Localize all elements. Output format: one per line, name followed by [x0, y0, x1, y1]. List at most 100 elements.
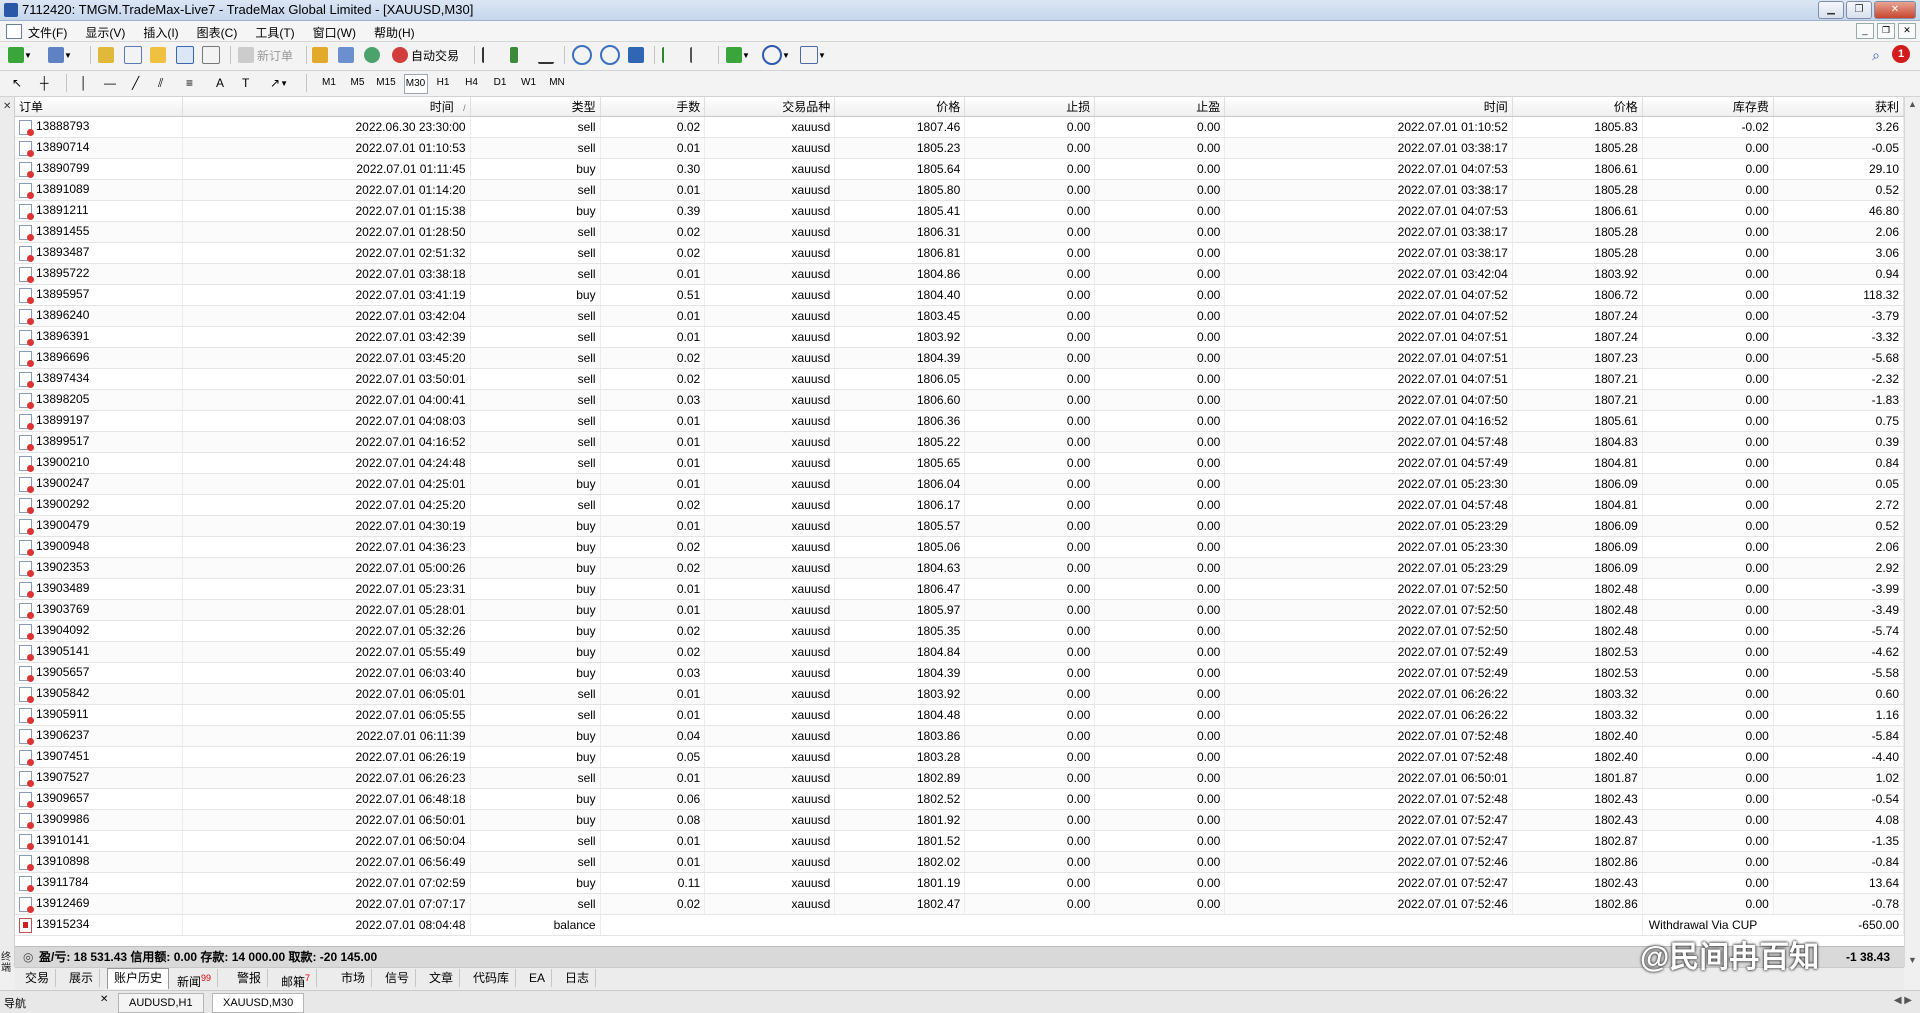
menu-item-3[interactable]: 图表(C)	[197, 24, 238, 41]
table-row[interactable]: 13904092 2022.07.01 05:32:26 buy 0.02 xauusd…	[15, 620, 1904, 642]
table-row[interactable]: 13899197 2022.07.01 04:08:03 sell 0.01 xauus…	[15, 410, 1904, 432]
menu-item-2[interactable]: 插入(I)	[143, 24, 178, 41]
menu-item-6[interactable]: 帮助(H)	[374, 24, 415, 41]
table-row[interactable]: 13890714 2022.07.01 01:10:53 sell 0.01 xauus…	[15, 137, 1904, 159]
table-row[interactable]: 13898205 2022.07.01 04:00:41 sell 0.03 xauus…	[15, 389, 1904, 411]
restore-button[interactable]: ❐	[1846, 1, 1872, 19]
close-button[interactable]: ✕	[1874, 1, 1916, 19]
table-row[interactable]: 13912469 2022.07.01 07:07:17 sell 0.02 xauus…	[15, 893, 1904, 915]
table-row[interactable]: 13890799 2022.07.01 01:11:45 buy 0.30 xauusd…	[15, 158, 1904, 180]
fibonacci-button[interactable]: ≡	[186, 74, 193, 92]
table-row[interactable]: 13891089 2022.07.01 01:14:20 sell 0.01 xauus…	[15, 179, 1904, 201]
tab-8[interactable]: 文章	[423, 969, 461, 987]
table-row[interactable]: 13897434 2022.07.01 03:50:01 sell 0.02 xauus…	[15, 368, 1904, 390]
table-row[interactable]: 13900247 2022.07.01 04:25:01 buy 0.01 xauusd…	[15, 473, 1904, 495]
table-row[interactable]: 13909657 2022.07.01 06:48:18 buy 0.06 xauusd…	[15, 788, 1904, 810]
timeframe-m15[interactable]: M15	[375, 74, 397, 92]
tab-10[interactable]: EA	[523, 969, 553, 987]
indicators-button[interactable]: ▼	[726, 46, 750, 64]
timeframe-m5[interactable]: M5	[347, 74, 369, 92]
mdi-restore-button[interactable]: ❐	[1877, 23, 1895, 39]
col-type[interactable]: 类型	[470, 97, 601, 117]
table-row[interactable]: 13906237 2022.07.01 06:11:39 buy 0.04 xauusd…	[15, 725, 1904, 747]
close-navigator-icon[interactable]: ✕	[100, 994, 108, 1005]
timeframe-m30[interactable]: M30	[403, 74, 428, 94]
menu-item-0[interactable]: 文件(F)	[28, 24, 67, 41]
tab-3[interactable]: 新闻99	[171, 969, 219, 989]
line-chart-button[interactable]	[538, 46, 554, 64]
crosshair-button[interactable]: ┼	[40, 74, 49, 92]
col-lots[interactable]: 手数	[600, 97, 706, 117]
timeframe-m1[interactable]: M1	[318, 74, 340, 92]
search-icon[interactable]: ⌕	[1872, 47, 1880, 64]
table-row[interactable]: 13891211 2022.07.01 01:15:38 buy 0.39 xauusd…	[15, 200, 1904, 222]
col-close-price[interactable]: 价格	[1512, 97, 1643, 117]
minimize-button[interactable]: ▁	[1818, 1, 1844, 19]
table-row[interactable]: 13903769 2022.07.01 05:28:01 buy 0.01 xauusd…	[15, 599, 1904, 621]
scroll-down-icon[interactable]: ▼	[1908, 955, 1917, 965]
text-button[interactable]: A	[216, 74, 224, 92]
zoom-out-button[interactable]	[600, 45, 620, 65]
new-chart-button[interactable]: ▼	[8, 46, 32, 64]
accounts-button[interactable]	[338, 46, 354, 64]
trendline-button[interactable]: ╱	[132, 74, 139, 92]
templates-button[interactable]: ▼	[800, 46, 826, 64]
channel-button[interactable]: ⫽	[158, 74, 163, 92]
table-row[interactable]: 13893487 2022.07.01 02:51:32 sell 0.02 xauus…	[15, 242, 1904, 264]
text-label-button[interactable]: T	[242, 74, 249, 92]
timeframe-w1[interactable]: W1	[518, 74, 540, 92]
arrows-button[interactable]: ↗ ▼	[270, 74, 288, 92]
tab-1[interactable]: 展示	[63, 969, 101, 987]
mdi-minimize-button[interactable]: _	[1856, 23, 1874, 39]
bar-chart-button[interactable]	[482, 46, 500, 64]
horizontal-line-button[interactable]: —	[104, 74, 116, 92]
tab-11[interactable]: 日志	[559, 969, 597, 987]
table-row[interactable]: 13905842 2022.07.01 06:05:01 sell 0.01 xauus…	[15, 683, 1904, 705]
table-row[interactable]: 13899517 2022.07.01 04:16:52 sell 0.01 xauus…	[15, 431, 1904, 453]
col-tp[interactable]: 止盈	[1094, 97, 1226, 117]
table-row[interactable]: 13896696 2022.07.01 03:45:20 sell 0.02 xauus…	[15, 347, 1904, 369]
market-watch-button[interactable]	[98, 46, 114, 64]
table-row[interactable]: 13900948 2022.07.01 04:36:23 buy 0.02 xauusd…	[15, 536, 1904, 558]
table-row[interactable]: 13905141 2022.07.01 05:55:49 buy 0.02 xauusd…	[15, 641, 1904, 663]
data-window-button[interactable]	[124, 46, 142, 64]
col-close-time[interactable]: 时间	[1224, 97, 1513, 117]
signals-button[interactable]	[364, 46, 380, 64]
table-row[interactable]: 13909986 2022.07.01 06:50:01 buy 0.08 xauusd…	[15, 809, 1904, 831]
table-row[interactable]: 13902353 2022.07.01 05:00:26 buy 0.02 xauusd…	[15, 557, 1904, 579]
table-row[interactable]: 13896240 2022.07.01 03:42:04 sell 0.01 xauus…	[15, 305, 1904, 327]
auto-trading-button[interactable]: 自动交易	[392, 46, 459, 64]
cursor-button[interactable]: ↖	[12, 74, 22, 92]
menu-item-4[interactable]: 工具(T)	[255, 24, 294, 41]
table-row[interactable]: 13896391 2022.07.01 03:42:39 sell 0.01 xauus…	[15, 326, 1904, 348]
table-row[interactable]: 13907451 2022.07.01 06:26:19 buy 0.05 xauusd…	[15, 746, 1904, 768]
col-profit[interactable]: 获利	[1773, 97, 1904, 117]
chart-tab-xauusd[interactable]: XAUUSD,M30	[212, 993, 305, 1013]
col-time[interactable]: 时间 /	[182, 97, 471, 117]
tile-windows-button[interactable]	[628, 46, 644, 64]
table-row[interactable]: 13910898 2022.07.01 06:56:49 sell 0.01 xauus…	[15, 851, 1904, 873]
candle-chart-button[interactable]	[510, 46, 518, 64]
chart-tab-scroll-icon[interactable]: ◀ ▶	[1894, 995, 1912, 1006]
tab-6[interactable]: 市场	[335, 969, 373, 987]
table-row[interactable]: 13891455 2022.07.01 01:28:50 sell 0.02 xauus…	[15, 221, 1904, 243]
tab-7[interactable]: 信号	[379, 969, 417, 987]
tab-9[interactable]: 代码库	[467, 969, 517, 987]
navigator-label[interactable]: 导航	[4, 995, 26, 1011]
table-scrollbar[interactable]: ▲ ▼	[1904, 97, 1920, 967]
col-sl[interactable]: 止损	[964, 97, 1096, 117]
table-row[interactable]: 13907527 2022.07.01 06:26:23 sell 0.01 xauus…	[15, 767, 1904, 789]
table-row[interactable]: 13903489 2022.07.01 05:23:31 buy 0.01 xauusd…	[15, 578, 1904, 600]
table-row[interactable]: 13900292 2022.07.01 04:25:20 sell 0.02 xauus…	[15, 494, 1904, 516]
notification-badge[interactable]: 1	[1892, 45, 1910, 63]
menu-item-5[interactable]: 窗口(W)	[313, 24, 356, 41]
terminal-button[interactable]	[176, 46, 194, 64]
tab-4[interactable]: 警报	[231, 969, 269, 987]
profiles-button[interactable]: ▼	[48, 46, 72, 64]
chart-shift-button[interactable]	[690, 46, 708, 64]
table-row[interactable]: 13905657 2022.07.01 06:03:40 buy 0.03 xauusd…	[15, 662, 1904, 684]
metaeditor-button[interactable]	[312, 46, 328, 64]
timeframe-h4[interactable]: H4	[461, 74, 483, 92]
table-row[interactable]: 13888793 2022.06.30 23:30:00 sell 0.02 xauus…	[15, 116, 1904, 138]
auto-scroll-button[interactable]	[662, 46, 680, 64]
